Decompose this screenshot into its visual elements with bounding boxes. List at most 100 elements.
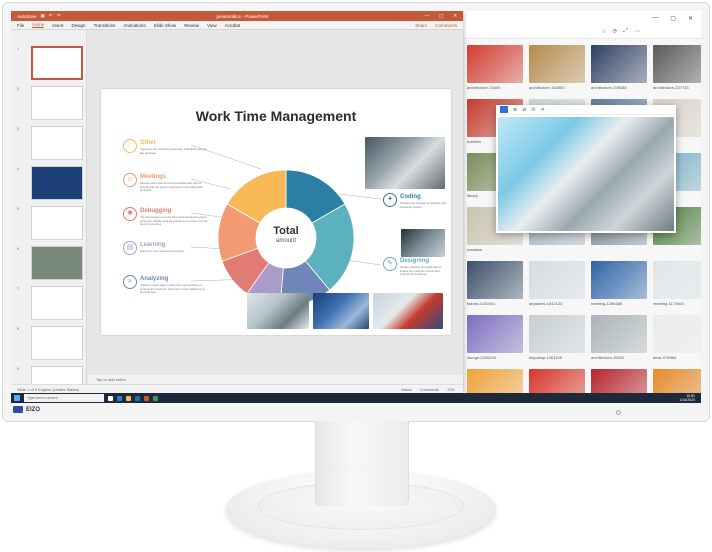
photos-icon[interactable] — [153, 395, 158, 401]
thumbnail-caption: architecture-164950 — [529, 85, 565, 90]
photo-thumbnail[interactable]: meeting-1266486 — [591, 261, 647, 309]
photo-thumbnail[interactable]: lounge-2200209 — [467, 315, 523, 363]
thumbnail-caption: meadow — [467, 247, 483, 252]
photo-thumbnail[interactable]: blanks-1100401 — [467, 261, 523, 309]
rotate-icon[interactable]: ⟳ — [612, 28, 617, 35]
more-icon[interactable]: ⋯ — [634, 28, 640, 35]
server-photo — [313, 293, 369, 329]
powerpoint-icon[interactable] — [144, 395, 149, 401]
brand-mark-icon — [13, 406, 23, 413]
delete-icon[interactable]: ✕ — [541, 107, 545, 113]
item-label: Designing — [400, 258, 430, 264]
item-desc: Discuss with customers and professionals… — [140, 181, 203, 193]
photo-preview-popup[interactable]: ⊕ ⊖ ⟳ ✕ — [496, 105, 676, 233]
thumbnail-caption: architecture-13400 — [467, 85, 501, 90]
item-desc: Supervise the world of productivity, sch… — [140, 147, 207, 155]
photo-thumbnail[interactable]: architecture-13400 — [467, 45, 523, 93]
lightbulb-icon: ✦ — [383, 193, 397, 207]
task-view-icon[interactable] — [108, 395, 113, 401]
autosave-toggle[interactable]: AutoSave — [17, 14, 37, 19]
redo-icon[interactable]: ↷ — [57, 13, 61, 19]
tab-design[interactable]: Design — [72, 23, 86, 28]
notes-button[interactable]: Notes — [401, 387, 411, 392]
slide-number: 6 — [17, 246, 20, 251]
slide-number: 8 — [17, 326, 20, 331]
thumbnail-image — [653, 315, 701, 353]
slide-thumbnail[interactable] — [31, 286, 83, 320]
tab-slide-show[interactable]: Slide Show — [154, 23, 177, 28]
mail-icon[interactable] — [135, 395, 140, 401]
slide-thumbnail[interactable] — [31, 246, 83, 280]
thumbnail-caption: meeting-1173464 — [653, 301, 684, 306]
photo-thumbnail[interactable]: architecture-164950 — [529, 45, 585, 93]
tab-insert[interactable]: Insert — [52, 23, 63, 28]
taskbar-search[interactable]: Type here to search — [24, 394, 104, 402]
minimize-button[interactable]: — — [652, 15, 658, 21]
tab-transitions[interactable]: Transitions — [94, 23, 116, 28]
desk-photo — [401, 229, 445, 257]
edge-icon[interactable] — [117, 395, 122, 401]
item-label: Meetings — [140, 174, 167, 180]
tab-file[interactable]: File — [17, 23, 24, 28]
zoom-in-icon[interactable]: ⊕ — [513, 107, 517, 113]
popup-toolbar: ⊕ ⊖ ⟳ ✕ — [496, 105, 676, 115]
brand-name: EIZO — [26, 406, 41, 413]
photo-thumbnail[interactable]: architecture-20029 — [591, 315, 647, 363]
thumbnail-caption: architecture-20029 — [591, 355, 625, 360]
magnifier-icon: ⌕ — [123, 275, 137, 289]
slide-thumbnail[interactable] — [31, 86, 83, 120]
minimize-button[interactable]: — — [424, 13, 429, 19]
current-slide[interactable]: Work Time Management Total amount ◌ Othe… — [101, 89, 451, 335]
thumbnail-image — [591, 261, 647, 299]
photo-thumbnail[interactable]: architecture-237733 — [653, 45, 701, 93]
slide-number: 2 — [17, 86, 20, 91]
photo-thumbnail[interactable]: meeting-1173464 — [653, 261, 701, 309]
powerpoint-window[interactable]: AutoSave ▣ ↶ ↷ presentation - PowerPoint… — [11, 11, 463, 400]
screen: — ▢ ✕ ☆ ⟳ ⤢ ⋯ architecture-13400 architec… — [11, 11, 701, 403]
tab-view[interactable]: View — [207, 23, 217, 28]
slide-thumbnail[interactable] — [31, 126, 83, 160]
save-icon[interactable]: ▣ — [41, 13, 45, 19]
thumbnail-image — [591, 315, 647, 353]
item-label: Analyzing — [140, 276, 169, 282]
thumbnail-caption: desk-978984 — [653, 355, 677, 360]
tab-animations[interactable]: Animations — [123, 23, 145, 28]
clock[interactable]: 10:51 1/14/2020 — [679, 394, 695, 402]
monitor-chin: EIZO — [3, 403, 709, 421]
notes-pane[interactable]: Tap to add notes — [88, 375, 463, 384]
thumbnail-image — [591, 45, 647, 83]
maximize-button[interactable]: ▢ — [439, 13, 443, 19]
monitor-bezel: — ▢ ✕ ☆ ⟳ ⤢ ⋯ architecture-13400 architec… — [3, 3, 709, 421]
comments-button[interactable]: Comments — [435, 23, 457, 28]
slide-thumbnail[interactable] — [31, 326, 83, 360]
photo-thumbnail[interactable]: architecture-229488 — [591, 45, 647, 93]
zoom-level[interactable]: 70% — [447, 387, 455, 392]
favorite-icon[interactable]: ☆ — [601, 28, 606, 35]
photo-thumbnail[interactable]: airplanes-1042123 — [529, 261, 585, 309]
start-icon[interactable] — [14, 395, 20, 401]
close-button[interactable]: ✕ — [453, 13, 457, 19]
explorer-icon[interactable] — [126, 395, 131, 401]
thumbnail-caption: airplanes-1042123 — [529, 301, 563, 306]
zoom-out-icon[interactable]: ⊖ — [522, 107, 526, 113]
tab-acrobat[interactable]: Acrobat — [225, 23, 241, 28]
slide-number: 3 — [17, 126, 20, 131]
fullscreen-icon[interactable]: ⤢ — [623, 28, 628, 35]
rotate-icon[interactable]: ⟳ — [531, 107, 535, 113]
power-button[interactable] — [616, 410, 621, 415]
slide-thumbnail[interactable] — [31, 46, 83, 80]
share-button[interactable]: Share — [415, 23, 427, 28]
item-label: Coding — [400, 194, 421, 200]
comments-status-button[interactable]: Comments — [420, 387, 439, 392]
close-button[interactable]: ✕ — [688, 15, 693, 22]
maximize-button[interactable]: ▢ — [670, 15, 676, 22]
slide-thumbnail[interactable] — [31, 166, 83, 200]
photo-thumbnail[interactable]: daycamp-1961105 — [529, 315, 585, 363]
tab-review[interactable]: Review — [184, 23, 199, 28]
ppt-titlebar: AutoSave ▣ ↶ ↷ presentation - PowerPoint… — [11, 11, 463, 21]
undo-icon[interactable]: ↶ — [49, 13, 53, 19]
slide-thumbnail[interactable] — [31, 206, 83, 240]
tab-home[interactable]: Home — [32, 22, 45, 28]
selection-icon[interactable] — [500, 106, 508, 113]
photo-thumbnail[interactable]: desk-978984 — [653, 315, 701, 363]
